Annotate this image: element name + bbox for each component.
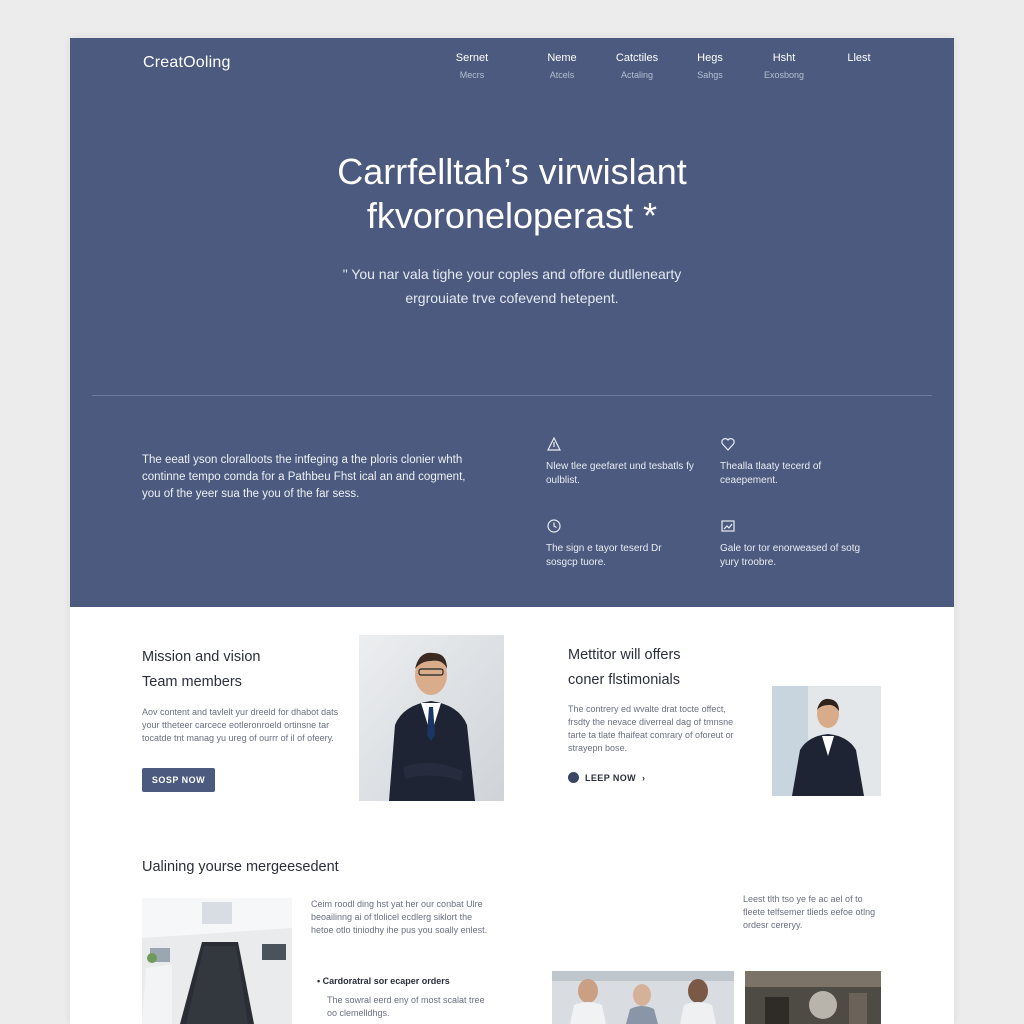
heart-icon [721, 438, 735, 451]
feature-item: Gale tor tor enorweased of sotg yury tro… [720, 518, 870, 570]
nav-item-catctiles[interactable]: Catctiles Actaling [597, 52, 677, 80]
play-icon [568, 772, 579, 783]
hero-subtitle: " You nar vala tighe your coples and off… [70, 262, 954, 310]
nav-label: Catctiles [615, 52, 659, 64]
mentor-body: The contrery ed wvalte drat tocte offect… [568, 704, 734, 753]
arrow-right-icon: › [642, 772, 646, 783]
mission-body: Aov content and tavlelt yur dreeld for d… [142, 707, 339, 743]
chart-icon [721, 520, 735, 532]
mentor-subtitle: coner flstimonials [568, 672, 681, 688]
learn-now-label: LEEP NOW [585, 772, 637, 783]
shop-now-button[interactable]: SOSP NOW [142, 768, 215, 792]
hero-subtitle-line2: ergrouiate trve cofevend hetepent. [405, 290, 619, 306]
hero-title-line2: fkvoroneloperast * [366, 195, 658, 236]
hero-title: Carrfelltah’s virwislant fkvoroneloperas… [70, 150, 954, 238]
hero-title-line1: Carrfelltah’s virwislant [337, 151, 687, 192]
nav-item-hegs[interactable]: Hegs Sahgs [670, 52, 750, 80]
group-photo [552, 971, 734, 1024]
hero-section: CreatOoling Sernet Mecrs Neme Atcels Cat… [70, 38, 954, 607]
landing-page: CreatOoling Sernet Mecrs Neme Atcels Cat… [70, 38, 954, 1024]
feature-item: Nlew tlee geefaret und tesbatls fy oulbl… [546, 436, 696, 488]
nav-label: Hsht [772, 52, 796, 64]
clock-icon [547, 519, 561, 533]
feature-text: Nlew tlee geefaret und tesbatls fy oulbl… [546, 461, 694, 486]
feature-item: Thealla tlaaty tecerd of ceaepement. [720, 436, 870, 488]
hero-divider [92, 395, 932, 396]
nav-label: Llest [847, 52, 871, 64]
nav-item-hsht[interactable]: Hsht Exosbong [744, 52, 824, 80]
nav-label: Hegs [697, 52, 723, 64]
nav-sublabel: Sahgs [697, 70, 723, 80]
nav-item-neme[interactable]: Neme Atcels [522, 52, 602, 80]
mission-heading: Mission and vision Team members [142, 645, 260, 695]
feature-text: The sign e tayor teserd Dr sosgcp tuore. [546, 543, 662, 568]
outline-bullet-body: The sowral eerd eny of most scalat tree … [327, 995, 485, 1018]
mentor-photo [772, 686, 881, 796]
nav-sublabel: Exosbong [763, 70, 805, 80]
nav-label: Neme [547, 52, 577, 64]
hero-description: The eeatl yson cloralloots the intfeging… [142, 454, 466, 500]
feature-text: Thealla tlaaty tecerd of ceaepement. [720, 461, 822, 486]
bullet-dot-icon: • [317, 976, 321, 986]
feature-text: Gale tor tor enorweased of sotg yury tro… [720, 543, 861, 568]
office-photo [142, 898, 292, 1024]
learn-now-link[interactable]: LEEP NOW › [568, 772, 645, 783]
main-nav: Sernet Mecrs Neme Atcels Catctiles Actal… [432, 52, 892, 92]
feature-item: The sign e tayor teserd Dr sosgcp tuore. [546, 518, 696, 570]
mission-title: Mission and vision [142, 649, 261, 665]
bullet-label: Cardoratral sor ecaper orders [322, 976, 450, 986]
mentor-title: Mettitor will offers [568, 647, 681, 663]
workspace-photo [745, 971, 881, 1024]
team-member-photo [359, 635, 504, 801]
outline-heading: Ualining yourse mergeesedent [142, 859, 339, 875]
outline-body: Ceim roodl ding hst yat her our conbat U… [311, 899, 488, 935]
mentor-heading: Mettitor will offers coner flstimonials [568, 643, 681, 693]
hero-subtitle-line1: " You nar vala tighe your coples and off… [342, 266, 682, 282]
nav-sublabel: Atcels [549, 70, 575, 80]
nav-label: Sernet [455, 52, 489, 64]
nav-item-sernet[interactable]: Sernet Mecrs [432, 52, 512, 80]
nav-sublabel: Actaling [620, 70, 654, 80]
nav-sublabel: Mecrs [459, 70, 485, 80]
nav-item-llest[interactable]: Llest [819, 52, 899, 70]
outline-aside: Leest tlth tso ye fe ac ael of to fleete… [743, 894, 876, 930]
triangle-icon [547, 436, 561, 451]
brand-logo[interactable]: CreatOoling [143, 54, 231, 72]
outline-bullet: • Cardoratral sor ecaper orders [317, 976, 450, 986]
mission-subtitle: Team members [142, 674, 242, 690]
